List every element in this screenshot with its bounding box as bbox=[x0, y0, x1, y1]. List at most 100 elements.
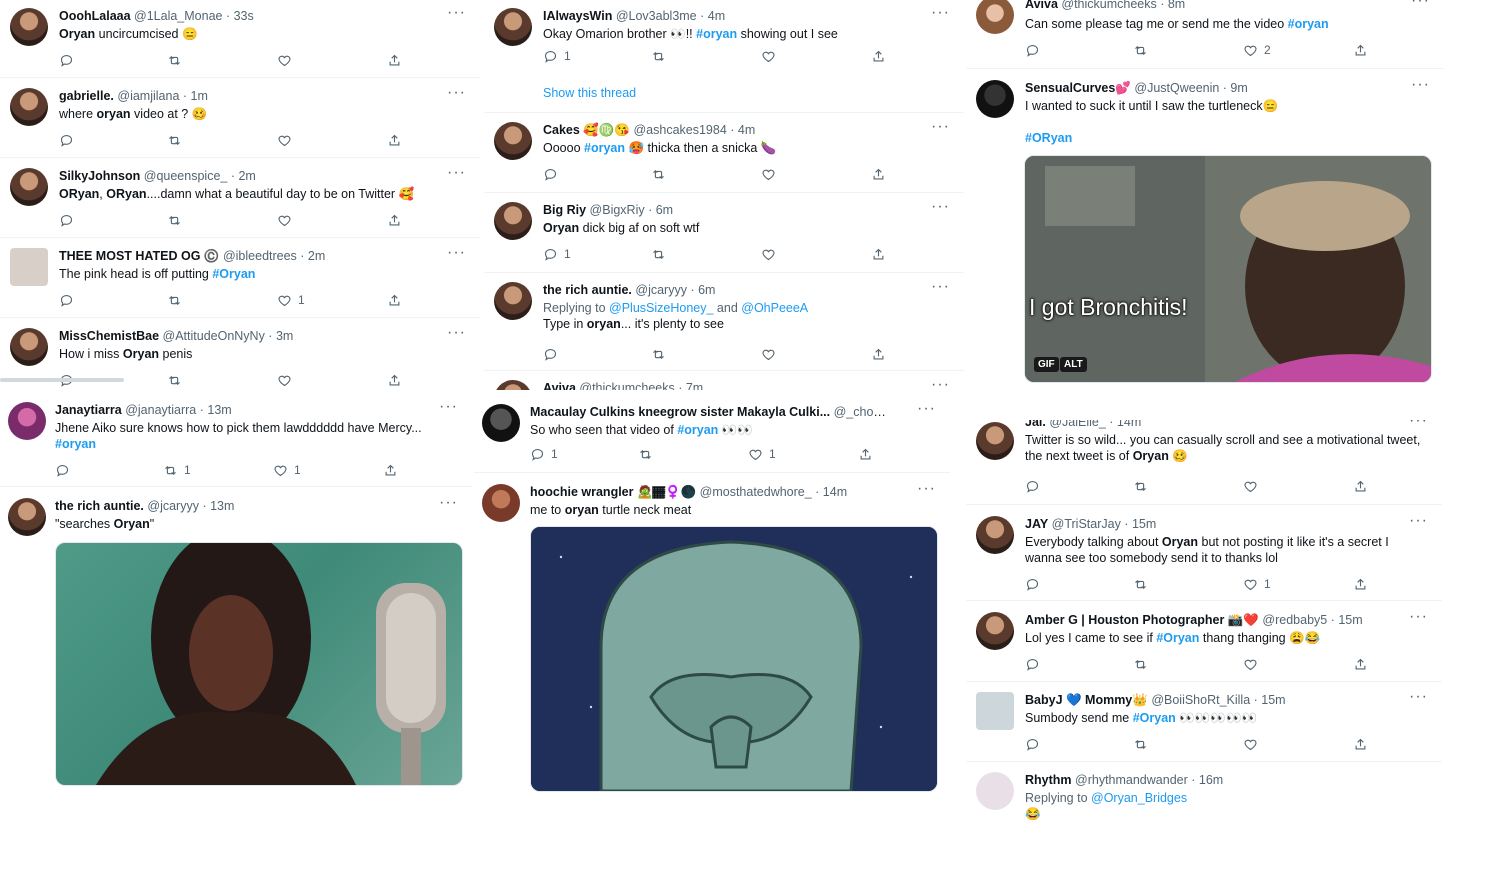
more-options-icon[interactable]: ··· bbox=[917, 400, 936, 418]
display-name[interactable]: Cakes 🥰♍😘 bbox=[543, 123, 630, 137]
like-button[interactable] bbox=[1243, 656, 1258, 672]
like-button[interactable]: 1 bbox=[1243, 576, 1271, 592]
more-options-icon[interactable]: ··· bbox=[1411, 76, 1430, 94]
tweet-media-image[interactable] bbox=[530, 526, 938, 792]
like-button[interactable] bbox=[277, 372, 292, 388]
share-button[interactable] bbox=[387, 292, 402, 308]
more-options-icon[interactable]: ··· bbox=[447, 244, 466, 262]
tweet[interactable]: Aviva @thickumcheeks · 8m ··· Can some p… bbox=[966, 0, 1444, 69]
display-name[interactable]: Amber G | Houston Photographer 📸❤️ bbox=[1025, 613, 1259, 627]
reply-button[interactable] bbox=[1025, 736, 1040, 752]
retweet-button[interactable] bbox=[167, 52, 182, 68]
display-name[interactable]: the rich auntie. bbox=[55, 499, 144, 513]
avatar[interactable] bbox=[10, 8, 48, 46]
share-button[interactable] bbox=[871, 346, 886, 362]
hashtag-link[interactable]: #Oryan bbox=[1156, 631, 1199, 645]
retweet-button[interactable] bbox=[1133, 42, 1148, 58]
hashtag-link[interactable]: #oryan bbox=[55, 437, 96, 451]
like-button[interactable] bbox=[277, 132, 292, 148]
tweet[interactable]: Aviva @thickumcheeks · 7m ··· bbox=[484, 372, 964, 390]
tweet[interactable]: Amber G | Houston Photographer 📸❤️ @redb… bbox=[966, 604, 1442, 682]
avatar[interactable] bbox=[482, 484, 520, 522]
tweet[interactable]: the rich auntie. @jcaryyy · 6m ··· Reply… bbox=[484, 274, 964, 371]
reply-button[interactable] bbox=[1025, 656, 1040, 672]
display-name[interactable]: MissChemistBae bbox=[59, 329, 159, 343]
display-name[interactable]: Janaytiarra bbox=[55, 403, 122, 417]
avatar[interactable] bbox=[976, 422, 1014, 460]
avatar[interactable] bbox=[494, 122, 532, 160]
reply-button[interactable]: 1 bbox=[530, 446, 558, 462]
reply-button[interactable] bbox=[543, 346, 558, 362]
more-options-icon[interactable]: ··· bbox=[931, 198, 950, 216]
avatar[interactable] bbox=[482, 404, 520, 442]
tweet[interactable]: Macaulay Culkins kneegrow sister Makayla… bbox=[474, 396, 950, 473]
reply-button[interactable] bbox=[59, 212, 74, 228]
tweet[interactable]: the rich auntie. @jcaryyy · 13m ··· "sea… bbox=[0, 490, 472, 794]
avatar[interactable] bbox=[976, 772, 1014, 810]
more-options-icon[interactable]: ··· bbox=[931, 4, 950, 22]
retweet-button[interactable] bbox=[651, 166, 666, 182]
tweet[interactable]: Big Riy @BigxRiy · 6m ··· Oryan dick big… bbox=[484, 194, 964, 273]
like-button[interactable]: 2 bbox=[1243, 42, 1271, 58]
more-options-icon[interactable]: ··· bbox=[439, 494, 458, 512]
avatar[interactable] bbox=[10, 328, 48, 366]
like-button[interactable] bbox=[761, 166, 776, 182]
more-options-icon[interactable]: ··· bbox=[447, 164, 466, 182]
avatar[interactable] bbox=[976, 516, 1014, 554]
retweet-button[interactable]: 1 bbox=[163, 462, 191, 478]
retweet-button[interactable] bbox=[1133, 576, 1148, 592]
display-name[interactable]: Jai. bbox=[1025, 420, 1046, 429]
more-options-icon[interactable]: ··· bbox=[439, 398, 458, 416]
tweet[interactable]: OoohLalaaa @1Lala_Monae · 33s ··· Oryan … bbox=[0, 0, 480, 78]
mention-link[interactable]: @PlusSizeHoney_ bbox=[609, 301, 713, 315]
reply-button[interactable] bbox=[59, 52, 74, 68]
like-button[interactable] bbox=[761, 48, 776, 64]
display-name[interactable]: BabyJ 💙 Mommy👑 bbox=[1025, 693, 1148, 707]
avatar[interactable] bbox=[494, 380, 532, 390]
reply-button[interactable] bbox=[1025, 576, 1040, 592]
share-button[interactable] bbox=[387, 212, 402, 228]
tweet[interactable]: SensualCurves💕 @JustQweenin · 9m ··· I w… bbox=[966, 72, 1444, 400]
more-options-icon[interactable]: ··· bbox=[1409, 420, 1428, 430]
more-options-icon[interactable]: ··· bbox=[1409, 608, 1428, 626]
reply-button[interactable] bbox=[55, 462, 70, 478]
avatar[interactable] bbox=[10, 248, 48, 286]
avatar[interactable] bbox=[8, 402, 46, 440]
retweet-button[interactable] bbox=[167, 372, 182, 388]
avatar[interactable] bbox=[976, 692, 1014, 730]
retweet-button[interactable] bbox=[651, 246, 666, 262]
avatar[interactable] bbox=[10, 88, 48, 126]
share-button[interactable] bbox=[1353, 656, 1368, 672]
like-button[interactable] bbox=[277, 212, 292, 228]
avatar[interactable] bbox=[494, 282, 532, 320]
display-name[interactable]: Aviva bbox=[543, 381, 576, 390]
tweet[interactable]: IAlwaysWin @Lov3abl3me · 4m ··· Okay Oma… bbox=[484, 0, 964, 113]
display-name[interactable]: SensualCurves💕 bbox=[1025, 81, 1131, 95]
more-options-icon[interactable]: ··· bbox=[931, 278, 950, 296]
mention-link[interactable]: @OhPeeeA bbox=[741, 301, 808, 315]
display-name[interactable]: Big Riy bbox=[543, 203, 586, 217]
more-options-icon[interactable]: ··· bbox=[447, 324, 466, 342]
display-name[interactable]: Macaulay Culkins kneegrow sister Makayla… bbox=[530, 405, 830, 419]
avatar[interactable] bbox=[976, 0, 1014, 34]
retweet-button[interactable] bbox=[651, 346, 666, 362]
share-button[interactable] bbox=[1353, 42, 1368, 58]
tweet[interactable]: BabyJ 💙 Mommy👑 @BoiiShoRt_Killa · 15m ··… bbox=[966, 684, 1442, 762]
tweet[interactable]: Janaytiarra @janaytiarra · 13m ··· Jhene… bbox=[0, 394, 472, 487]
like-button[interactable]: 1 bbox=[273, 462, 301, 478]
retweet-button[interactable] bbox=[651, 48, 666, 64]
like-button[interactable] bbox=[277, 52, 292, 68]
share-button[interactable] bbox=[387, 52, 402, 68]
share-button[interactable] bbox=[858, 446, 873, 462]
tweet[interactable]: THEE MOST HATED OG ©️ @ibleedtrees · 2m … bbox=[0, 240, 480, 318]
share-button[interactable] bbox=[1353, 576, 1368, 592]
hashtag-link[interactable]: #Oryan bbox=[1133, 711, 1176, 725]
avatar[interactable] bbox=[976, 80, 1014, 118]
show-thread-link[interactable]: Show this thread bbox=[543, 86, 636, 100]
tweet[interactable]: hoochie wrangler 🧟🏾‍♀️🌑 @mosthatedwhore_… bbox=[474, 476, 950, 796]
share-button[interactable] bbox=[871, 166, 886, 182]
avatar[interactable] bbox=[10, 168, 48, 206]
tweet[interactable]: Jai. @JaiElle_ · 14m ··· Twitter is so w… bbox=[966, 420, 1442, 505]
reply-button[interactable]: 1 bbox=[543, 246, 571, 262]
share-button[interactable] bbox=[387, 372, 402, 388]
